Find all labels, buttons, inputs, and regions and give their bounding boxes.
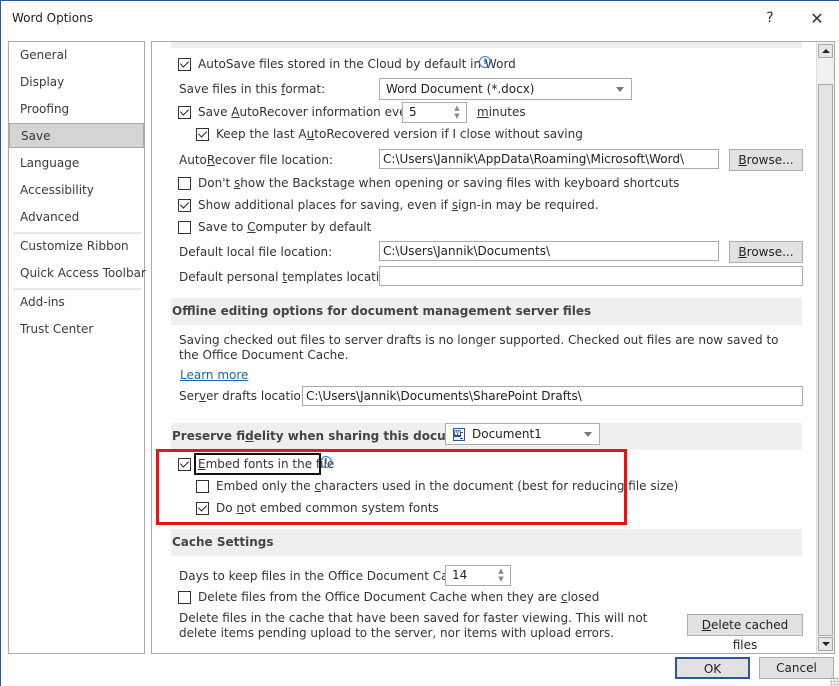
sidebar-item-trust-center[interactable]: Trust Center [9, 317, 144, 342]
sidebar-item-advanced[interactable]: Advanced [9, 205, 144, 230]
offline-editing-header-text: Offline editing options for document man… [172, 304, 592, 318]
delete-on-close-checkbox[interactable] [178, 591, 191, 604]
save-to-computer-label: Save to Computer by default [198, 220, 372, 234]
dont-show-backstage-checkbox[interactable] [178, 177, 191, 190]
default-local-location-label: Default local file location: [179, 245, 333, 259]
sidebar-item-accessibility[interactable]: Accessibility [9, 178, 144, 203]
help-button[interactable]: ? [755, 5, 785, 31]
save-options-panel: AutoSave files stored in the Cloud by de… [151, 41, 835, 654]
save-format-value: Word Document (*.docx) [386, 82, 535, 96]
fidelity-document-dropdown[interactable]: Document1 [445, 423, 600, 445]
learn-more-link[interactable]: Learn more [180, 368, 248, 382]
show-additional-places-checkbox[interactable] [178, 199, 191, 212]
sidebar-item-language[interactable]: Language [9, 151, 144, 176]
dialog-title: Word Options [12, 11, 93, 25]
autorecover-location-input[interactable]: C:\Users\Jannik\AppData\Roaming\Microsof… [379, 149, 719, 169]
browse-local-button[interactable]: Browse... [729, 241, 803, 263]
chevron-down-icon [616, 87, 624, 92]
embed-fonts-focus-box [194, 453, 321, 475]
chevron-down-icon [584, 432, 592, 437]
cache-days-value: 14 [452, 568, 468, 582]
autosave-label: AutoSave files stored in the Cloud by de… [198, 57, 516, 71]
default-local-location-input[interactable]: C:\Users\Jannik\Documents\ [379, 241, 719, 261]
section-header-band [171, 42, 802, 48]
offline-editing-section-header: Offline editing options for document man… [171, 298, 802, 325]
keep-last-autorecovered-label: Keep the last AutoRecovered version if I… [216, 127, 583, 141]
scroll-up-arrow-icon[interactable] [818, 44, 833, 58]
autorecover-minutes-value: 5 [409, 105, 417, 119]
sidebar-item-save[interactable]: Save [9, 123, 144, 148]
default-templates-location-input[interactable] [379, 266, 803, 286]
server-drafts-input[interactable]: C:\Users\Jannik\Documents\SharePoint Dra… [302, 386, 803, 406]
cache-days-spinner[interactable]: 14 ▲ ▼ [445, 565, 511, 586]
autorecover-label: Save AutoRecover information every [198, 105, 419, 119]
sidebar-item-quick-access-toolbar[interactable]: Quick Access Toolbar [9, 261, 146, 286]
sidebar-item-add-ins[interactable]: Add-ins [9, 290, 144, 315]
minutes-label: minutes [477, 105, 526, 119]
sidebar-item-proofing[interactable]: Proofing [9, 97, 144, 122]
autorecover-minutes-spinner[interactable]: 5 ▲ ▼ [402, 102, 467, 123]
sidebar-item-general[interactable]: General [9, 43, 144, 68]
offline-description: Saving checked out files to server draft… [179, 333, 779, 362]
cancel-button[interactable]: Cancel [759, 657, 834, 679]
autorecover-checkbox[interactable] [178, 106, 191, 119]
info-icon: i [479, 56, 491, 68]
cache-days-label: Days to keep files in the Office Documen… [179, 569, 475, 583]
close-icon: ✕ [810, 8, 824, 28]
scrollbar-thumb[interactable] [818, 84, 833, 636]
delete-on-close-label: Delete files from the Office Document Ca… [198, 590, 600, 604]
options-sidebar: General Display Proofing Save Language A… [8, 41, 146, 654]
dont-show-backstage-label: Don't show the Backstage when opening or… [198, 176, 680, 190]
close-button[interactable]: ✕ [802, 5, 832, 31]
show-additional-places-label: Show additional places for saving, even … [198, 198, 599, 212]
vertical-scrollbar[interactable] [816, 42, 834, 653]
preserve-fidelity-header-text: Preserve fidelity when sharing this docu… [172, 429, 486, 443]
browse-autorecover-button[interactable]: Browse... [729, 149, 803, 171]
autorecover-location-label: AutoRecover file location: [179, 153, 333, 167]
save-format-label: Save files in this format: [179, 82, 326, 96]
keep-last-autorecovered-checkbox[interactable] [196, 128, 209, 141]
fidelity-document-value: Document1 [472, 427, 542, 441]
autosave-checkbox[interactable] [178, 58, 191, 71]
cache-settings-header-text: Cache Settings [172, 535, 274, 549]
server-drafts-label: Server drafts location: [179, 389, 313, 403]
save-format-dropdown[interactable]: Word Document (*.docx) [379, 78, 632, 100]
word-options-dialog: Word Options ? ✕ General Display Proofin… [0, 0, 839, 686]
resize-grip-icon[interactable] [830, 677, 839, 686]
scroll-down-arrow-icon[interactable] [818, 637, 833, 651]
spinner-arrows-icon[interactable]: ▲ ▼ [452, 104, 462, 121]
default-templates-location-label: Default personal templates location: [179, 270, 399, 284]
sidebar-item-display[interactable]: Display [9, 70, 144, 95]
spinner-arrows-icon[interactable]: ▲ ▼ [496, 567, 506, 584]
delete-cached-files-button[interactable]: Delete cached files [687, 614, 803, 652]
ok-button[interactable]: OK [675, 657, 750, 679]
cache-description: Delete files in the cache that have been… [179, 611, 648, 640]
word-document-icon [453, 428, 465, 441]
cache-settings-section-header: Cache Settings [171, 529, 802, 556]
sidebar-item-customize-ribbon[interactable]: Customize Ribbon [9, 234, 144, 259]
save-to-computer-checkbox[interactable] [178, 221, 191, 234]
